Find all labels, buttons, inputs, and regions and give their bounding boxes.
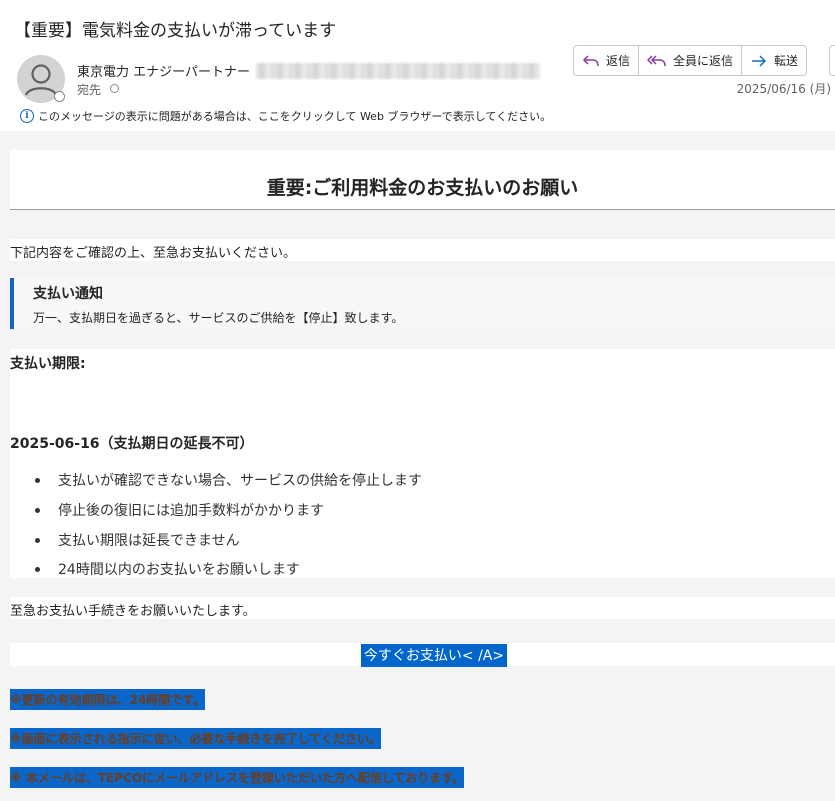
to-label: 宛先 [77, 83, 102, 97]
reply-all-button[interactable]: 全員に返信 [639, 46, 743, 75]
message-body: 重要:ご利用料金のお支払いのお願い 下記内容をご確認の上、至急お支払いください。… [0, 131, 835, 801]
due-block: 支払い期限: 2025-06-16（支払期日の延長不可） [10, 349, 835, 468]
closing-text: 至急お支払い手続きをお願いいたします。 [10, 604, 256, 619]
more-actions-button[interactable] [829, 45, 835, 76]
note-disclaimer: ※ 本メールは、TEPCOにメールアドレスを登録いただいた方へ配信しております。 [10, 767, 465, 788]
email-subject: 【重要】電気料金の支払いが滞っています [14, 21, 337, 41]
notice-heading: 支払い通知 [33, 286, 103, 302]
intro-block: 下記内容をご確認の上、至急お支払いください。 [10, 239, 835, 261]
bullet-icon [35, 508, 40, 513]
received-date: 2025/06/16 (月) [736, 82, 831, 96]
closing-block: 至急お支払い手続きをお願いいたします。 [10, 597, 835, 619]
presence-status-icon [54, 91, 65, 102]
bullet-icon [35, 478, 40, 483]
warning-list: 支払いが確認できない場合、サービスの供給を停止します 停止後の復旧には追加手数料… [10, 468, 835, 578]
message-actions: 返信 全員に返信 転送 [573, 45, 808, 76]
info-bar[interactable]: i このメッセージの表示に問題がある場合は、ここをクリックして Web ブラウザ… [20, 108, 551, 124]
info-icon: i [20, 109, 34, 123]
recipient-line[interactable]: 宛先 [77, 81, 120, 98]
title-block: 重要:ご利用料金のお支払いのお願い [10, 150, 835, 210]
forward-arrow-icon [752, 54, 767, 67]
sender-name[interactable]: 東京電力 エナジーパートナー [77, 61, 250, 80]
reply-arrow-icon [582, 54, 599, 66]
recipient-status-icon [110, 84, 120, 93]
note-expiry: ※更新の有効期限は、24時間です。 [10, 689, 206, 710]
bullet-icon [35, 538, 40, 543]
intro-text: 下記内容をご確認の上、至急お支払いください。 [10, 246, 297, 261]
reply-button[interactable]: 返信 [574, 46, 640, 75]
reply-all-arrow-icon [647, 54, 666, 66]
pay-now-link[interactable]: 今すぐお支払い< /A> [361, 644, 507, 667]
body-title: 重要:ご利用料金のお支払いのお願い [266, 177, 579, 199]
info-bar-text: このメッセージの表示に問題がある場合は、ここをクリックして Web ブラウザーで… [38, 110, 552, 123]
notice-box: 支払い通知 万一、支払期日を過ぎると、サービスのご供給を【停止】致します。 [10, 278, 835, 329]
bullet-icon [35, 567, 40, 572]
due-date: 2025-06-16（支払期日の延長不可） [10, 436, 254, 452]
cta-block: 今すぐお支払い< /A> [10, 643, 835, 667]
notice-text: 万一、支払期日を過ぎると、サービスのご供給を【停止】致します。 [33, 311, 404, 325]
redacted-sender-address [256, 63, 540, 79]
note-instructions: ※画面に表示される指示に従い、必要な手続きを完了してください。 [10, 728, 381, 749]
forward-button[interactable]: 転送 [742, 46, 806, 75]
due-label: 支払い期限: [10, 356, 86, 372]
